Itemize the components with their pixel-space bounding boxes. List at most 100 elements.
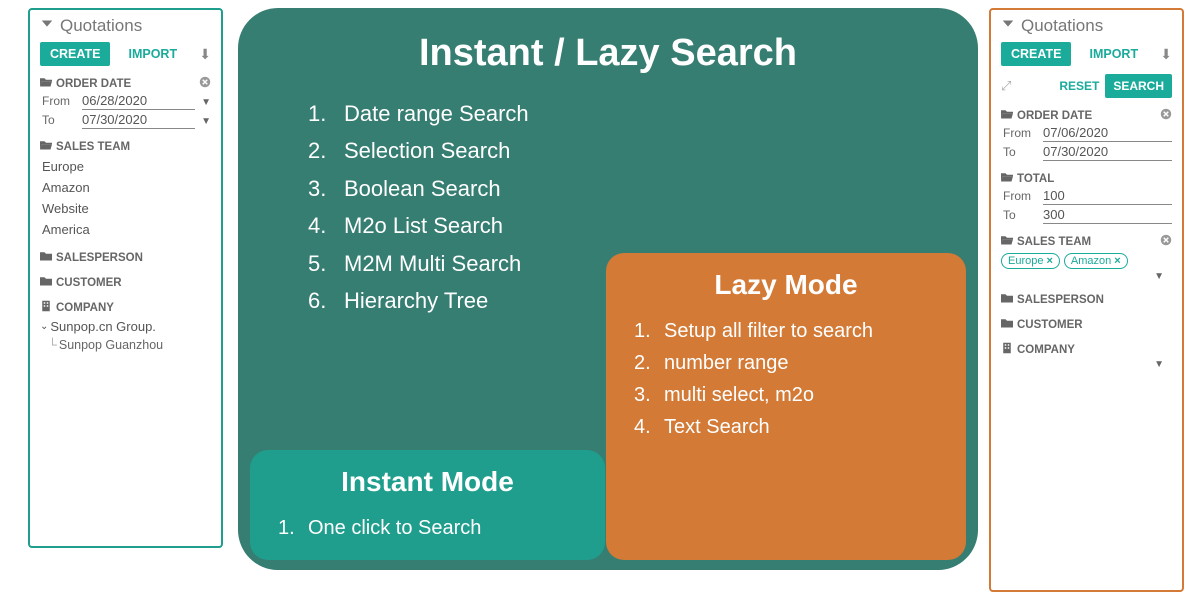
sales-team-header[interactable]: SALES TEAM [40, 139, 211, 154]
folder-open-icon [1001, 171, 1013, 186]
center-hero: Instant / Lazy Search 1.Date range Searc… [238, 8, 978, 570]
total-to-row: To 300 [1001, 207, 1172, 224]
sales-team-item[interactable]: Website [40, 198, 211, 219]
mode-item: 2.number range [634, 347, 944, 379]
lazy-mode-box: Lazy Mode 1.Setup all filter to search 2… [606, 253, 966, 560]
sales-team-chip[interactable]: Europe× [1001, 253, 1060, 269]
mode-item: 1.Setup all filter to search [634, 315, 944, 347]
order-date-to-row: To 07/30/2020 ▼ [40, 112, 211, 129]
remove-chip-icon[interactable]: × [1114, 255, 1120, 267]
button-row: CREATE IMPORT ⬇ [1001, 42, 1172, 66]
tree-parent-label: Sunpop.cn Group. [50, 319, 156, 334]
sales-team-item[interactable]: America [40, 219, 211, 240]
instant-mode-box: Instant Mode 1.One click to Search [250, 450, 605, 560]
customer-header[interactable]: CUSTOMER [1001, 317, 1172, 332]
button-row: CREATE IMPORT ⬇ [40, 42, 211, 66]
tree-branch-icon: └ [48, 338, 57, 352]
salesperson-header[interactable]: SALESPERSON [1001, 292, 1172, 307]
to-label: To [1003, 145, 1037, 159]
instant-mode-title: Instant Mode [272, 466, 583, 498]
feature-item: 2.Selection Search [308, 132, 948, 169]
company-label: COMPANY [56, 302, 114, 314]
company-label: COMPANY [1017, 344, 1075, 356]
mode-item: 1.One click to Search [278, 512, 583, 544]
lazy-panel: Quotations CREATE IMPORT ⬇ ⤢ RESET SEARC… [989, 8, 1184, 592]
lazy-mode-title: Lazy Mode [628, 269, 944, 301]
chevron-down-icon[interactable] [40, 16, 54, 36]
reset-button[interactable]: RESET [1059, 79, 1099, 93]
folder-open-icon [40, 76, 52, 91]
panel-title-row: Quotations [1001, 16, 1172, 36]
total-from-input[interactable]: 100 [1043, 188, 1172, 205]
company-tree-parent[interactable]: ⌄ Sunpop.cn Group. [40, 317, 211, 336]
folder-open-icon [1001, 108, 1013, 123]
hero-title: Instant / Lazy Search [268, 32, 948, 75]
action-row: ⤢ RESET SEARCH [1001, 74, 1172, 98]
salesperson-label: SALESPERSON [1017, 294, 1104, 306]
panel-title-row: Quotations [40, 16, 211, 36]
order-date-header[interactable]: ORDER DATE [1001, 108, 1172, 123]
instant-mode-list: 1.One click to Search [278, 512, 583, 544]
caret-down-icon[interactable]: ▼ [1154, 359, 1164, 370]
sales-team-item[interactable]: Europe [40, 156, 211, 177]
create-button[interactable]: CREATE [1001, 42, 1071, 66]
download-icon[interactable]: ⬇ [1160, 46, 1172, 63]
sales-team-label: SALES TEAM [1017, 236, 1091, 248]
order-date-from-row: From 07/06/2020 [1001, 125, 1172, 142]
order-date-header[interactable]: ORDER DATE [40, 76, 211, 91]
total-header[interactable]: TOTAL [1001, 171, 1172, 186]
folder-icon [1001, 292, 1013, 307]
search-button[interactable]: SEARCH [1105, 74, 1172, 98]
customer-label: CUSTOMER [56, 277, 122, 289]
sales-team-header[interactable]: SALES TEAM [1001, 234, 1172, 249]
panel-title-text: Quotations [1021, 16, 1103, 36]
order-date-to-input[interactable]: 07/30/2020 [1043, 144, 1172, 161]
order-date-label: ORDER DATE [1017, 110, 1092, 122]
sales-team-chip[interactable]: Amazon× [1064, 253, 1128, 269]
chevron-down-icon: ⌄ [40, 321, 48, 332]
feature-item: 3.Boolean Search [308, 170, 948, 207]
chevron-down-icon[interactable] [1001, 16, 1015, 36]
salesperson-label: SALESPERSON [56, 252, 143, 264]
order-date-from-input[interactable]: 07/06/2020 [1043, 125, 1172, 142]
order-date-to-row: To 07/30/2020 [1001, 144, 1172, 161]
lazy-mode-list: 1.Setup all filter to search 2.number ra… [634, 315, 944, 443]
caret-down-icon[interactable]: ▼ [1154, 271, 1164, 282]
mode-item: 3.multi select, m2o [634, 379, 944, 411]
clear-order-date-icon[interactable] [199, 76, 211, 91]
from-label: From [1003, 126, 1037, 140]
total-from-row: From 100 [1001, 188, 1172, 205]
caret-down-icon[interactable]: ▼ [201, 97, 211, 108]
folder-icon [40, 250, 52, 265]
tree-child-label: Sunpop Guanzhou [59, 338, 163, 352]
total-to-input[interactable]: 300 [1043, 207, 1172, 224]
mode-item: 4.Text Search [634, 411, 944, 443]
import-button[interactable]: IMPORT [118, 42, 187, 66]
create-button[interactable]: CREATE [40, 42, 110, 66]
clear-order-date-icon[interactable] [1160, 108, 1172, 123]
sales-team-label: SALES TEAM [56, 141, 130, 153]
folder-open-icon [40, 139, 52, 154]
from-label: From [42, 94, 76, 108]
feature-item: 4.M2o List Search [308, 207, 948, 244]
folder-icon [40, 275, 52, 290]
download-icon[interactable]: ⬇ [199, 46, 211, 63]
building-icon [40, 300, 52, 315]
customer-header[interactable]: CUSTOMER [40, 275, 211, 290]
sales-team-item[interactable]: Amazon [40, 177, 211, 198]
order-date-from-input[interactable]: 06/28/2020 [82, 93, 195, 110]
from-label: From [1003, 189, 1037, 203]
remove-chip-icon[interactable]: × [1046, 255, 1052, 267]
company-header[interactable]: COMPANY [1001, 342, 1172, 357]
clear-sales-team-icon[interactable] [1160, 234, 1172, 249]
expand-icon[interactable]: ⤢ [1001, 78, 1011, 94]
order-date-to-input[interactable]: 07/30/2020 [82, 112, 195, 129]
import-button[interactable]: IMPORT [1079, 42, 1148, 66]
salesperson-header[interactable]: SALESPERSON [40, 250, 211, 265]
caret-down-icon[interactable]: ▼ [201, 116, 211, 127]
order-date-label: ORDER DATE [56, 78, 131, 90]
company-header[interactable]: COMPANY [40, 300, 211, 315]
order-date-from-row: From 06/28/2020 ▼ [40, 93, 211, 110]
to-label: To [1003, 208, 1037, 222]
company-tree-child[interactable]: └ Sunpop Guanzhou [40, 336, 211, 354]
